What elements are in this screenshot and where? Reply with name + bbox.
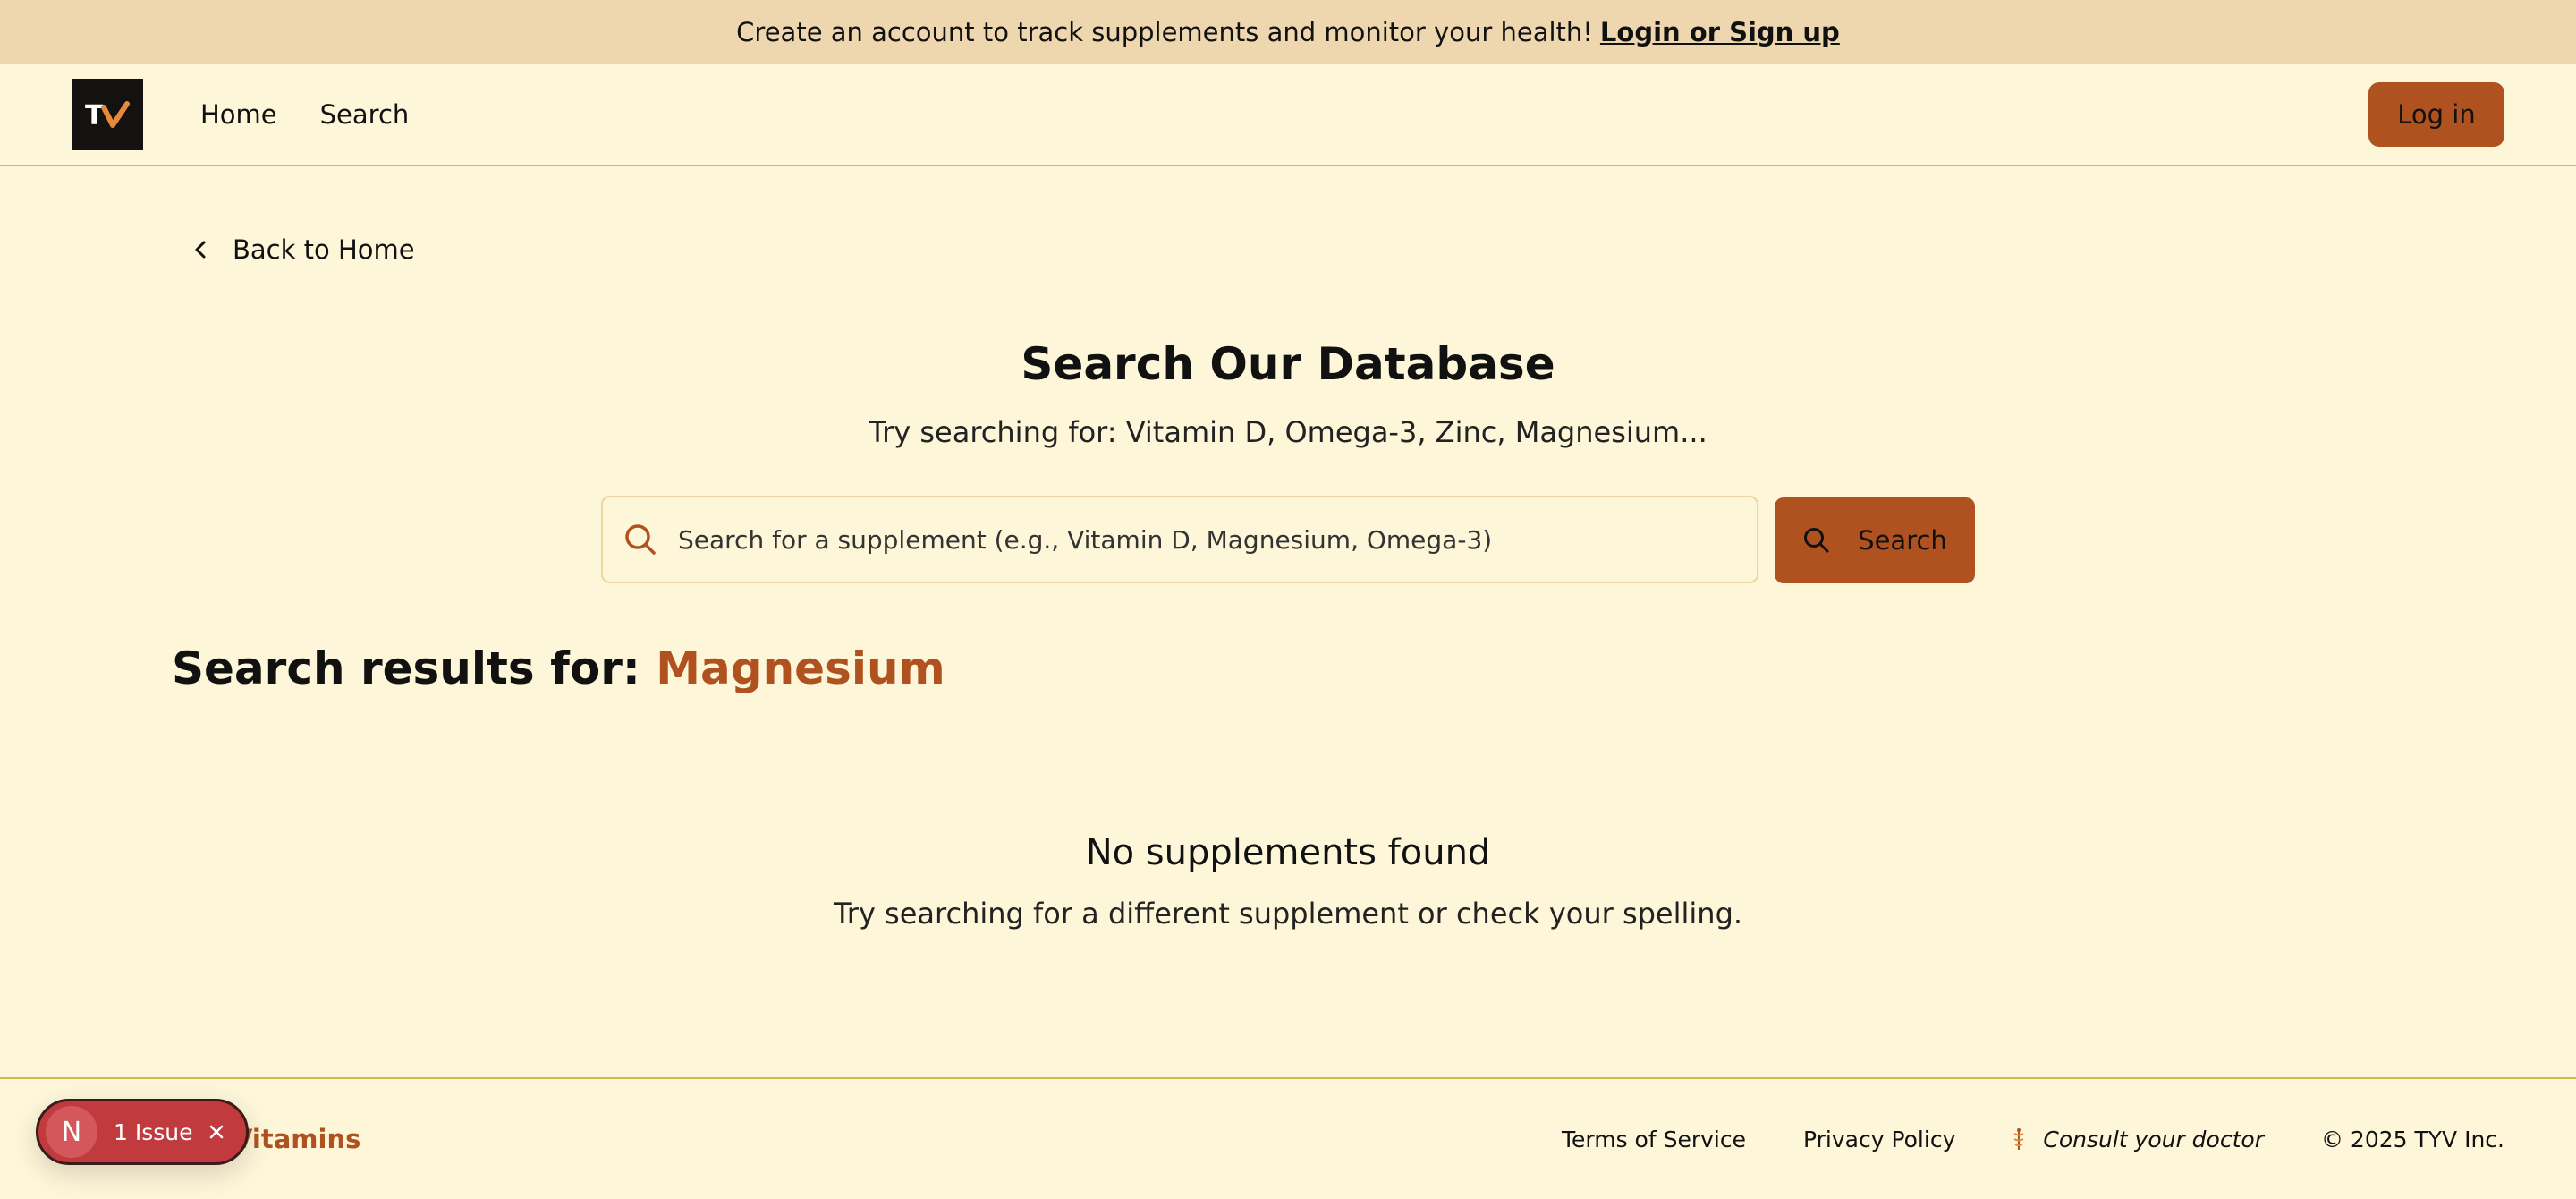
close-icon[interactable] — [208, 1123, 225, 1141]
issue-badge[interactable]: N 1 Issue — [36, 1099, 249, 1165]
login-signup-link[interactable]: Login or Sign up — [1600, 17, 1840, 47]
nav-home-link[interactable]: Home — [200, 99, 277, 130]
back-to-home-link[interactable]: Back to Home — [193, 234, 415, 265]
copyright: © 2025 TYV Inc. — [2320, 1126, 2504, 1152]
logo-icon: T — [85, 100, 130, 131]
results-heading: Search results for: Magnesium — [172, 642, 945, 694]
privacy-policy-link[interactable]: Privacy Policy — [1803, 1127, 1955, 1152]
search-button-label: Search — [1858, 525, 1947, 556]
footer-links: Terms of Service Privacy Policy Consult … — [1504, 1127, 2504, 1152]
search-field[interactable] — [601, 496, 1758, 583]
login-button[interactable]: Log in — [2368, 82, 2504, 147]
empty-state-title: No supplements found — [1085, 832, 1491, 873]
back-link-label: Back to Home — [233, 234, 415, 265]
logo[interactable]: T — [72, 79, 143, 150]
terms-of-service-link[interactable]: Terms of Service — [1562, 1127, 1746, 1152]
svg-text:T: T — [85, 100, 104, 131]
footer: Vitamins Terms of Service Privacy Policy… — [0, 1077, 2576, 1199]
promo-text: Create an account to track supplements a… — [736, 17, 1593, 47]
top-nav: T Home Search Log in — [0, 64, 2576, 166]
search-icon — [1804, 528, 1829, 553]
chevron-left-icon — [195, 241, 206, 259]
close-icon-glyph — [209, 1125, 223, 1139]
caduceus-icon — [2013, 1128, 2024, 1150]
search-input[interactable] — [678, 524, 1733, 555]
search-suggestions: Try searching for: Vitamin D, Omega-3, Z… — [869, 415, 1707, 449]
search-button[interactable]: Search — [1775, 497, 1975, 583]
footer-brand[interactable]: Vitamins — [233, 1124, 360, 1154]
nav-search-link[interactable]: Search — [320, 99, 410, 130]
consult-doctor-note: Consult your doctor — [2012, 1127, 2264, 1152]
results-heading-label: Search results for: — [172, 642, 640, 694]
search-icon — [625, 524, 656, 555]
page-title: Search Our Database — [1021, 338, 1555, 390]
issue-avatar: N — [46, 1106, 97, 1158]
main-content: Back to Home Search Our Database Try sea… — [0, 166, 2576, 1077]
consult-doctor-text: Consult your doctor — [2043, 1126, 2264, 1152]
promo-banner: Create an account to track supplements a… — [0, 0, 2576, 64]
search-term: Magnesium — [656, 642, 945, 694]
issue-count: 1 Issue — [114, 1118, 193, 1145]
empty-state-message: Try searching for a different supplement… — [833, 897, 1743, 931]
